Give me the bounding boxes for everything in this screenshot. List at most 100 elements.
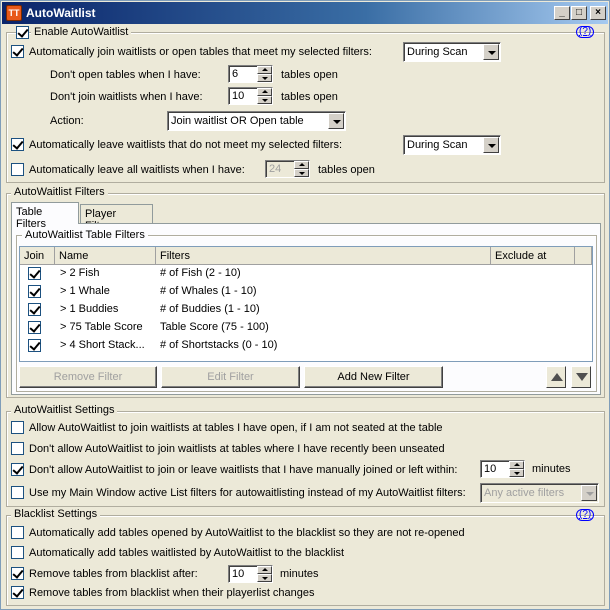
dont-manual-value: 10 [484,463,497,475]
column-header-join[interactable]: Join [20,247,55,265]
move-down-icon[interactable] [571,366,591,388]
row-filters: Table Score (75 - 100) [160,321,269,333]
spin-down-icon[interactable] [509,469,524,477]
use-main-checkbox[interactable] [11,486,24,499]
table-row[interactable]: > 1 Buddies # of Buddies (1 - 10) [20,301,592,319]
chevron-down-icon[interactable] [483,137,499,153]
filters-table: Join Name Filters Exclude at > 2 Fish # … [19,246,593,362]
row-join-checkbox[interactable] [28,267,41,280]
leave-all-label: Automatically leave all waitlists when I… [29,164,245,176]
remove-after-stepper[interactable]: 10 [228,565,273,583]
leave-all-checkbox[interactable] [11,163,24,176]
table-filters-group-title: AutoWaitlist Table Filters [22,229,148,241]
filters-group-title: AutoWaitlist Filters [11,186,108,198]
autowaitlist-window: TT AutoWaitlist _ □ × Enable AutoWaitlis… [0,0,610,610]
row-filters: # of Fish (2 - 10) [160,267,241,279]
row-name: > 1 Whale [60,285,110,297]
blacklist-help-link[interactable]: (?) [576,509,595,521]
dont-open-label: Don't open tables when I have: [50,69,201,81]
row-join-checkbox[interactable] [28,285,41,298]
auto-add-opened-checkbox[interactable] [11,526,24,539]
row-name: > 1 Buddies [60,303,119,315]
minimize-button[interactable]: _ [554,6,570,20]
dont-join-stepper[interactable]: 10 [228,87,273,105]
close-button[interactable]: × [590,6,606,20]
row-name: > 75 Table Score [60,321,143,333]
auto-add-opened-label: Automatically add tables opened by AutoW… [29,527,465,539]
auto-add-waitlisted-checkbox[interactable] [11,546,24,559]
remove-playerlist-label: Remove tables from blacklist when their … [29,587,315,599]
add-new-filter-button[interactable]: Add New Filter [304,366,443,388]
use-main-select-value: Any active filters [484,487,565,499]
row-join-checkbox[interactable] [28,321,41,334]
chevron-down-icon[interactable] [581,485,597,501]
allow-open-label: Allow AutoWaitlist to join waitlists at … [29,422,443,434]
dont-unseated-label: Don't allow AutoWaitlist to join waitlis… [29,443,445,455]
row-name: > 2 Fish [60,267,100,279]
tab-player-filters[interactable]: Player Filters [80,204,153,232]
move-up-icon[interactable] [546,366,566,388]
remove-after-value: 10 [232,568,245,580]
table-row[interactable]: > 75 Table Score Table Score (75 - 100) [20,319,592,337]
auto-join-when-value: During Scan [407,46,468,58]
table-row[interactable]: > 2 Fish # of Fish (2 - 10) [20,265,592,283]
window-title: AutoWaitlist [26,6,96,20]
title-bar[interactable]: TT AutoWaitlist _ □ × [2,2,608,24]
spin-up-icon[interactable] [257,566,272,574]
row-filters: # of Buddies (1 - 10) [160,303,260,315]
remove-after-checkbox[interactable] [11,567,24,580]
dont-join-label: Don't join waitlists when I have: [50,91,203,103]
remove-filter-button[interactable]: Remove Filter [19,366,157,388]
spin-down-icon[interactable] [257,96,272,104]
dont-open-suffix: tables open [281,69,338,81]
auto-add-waitlisted-label: Automatically add tables waitlisted by A… [29,547,345,559]
dont-open-stepper[interactable]: 6 [228,65,273,83]
dont-manual-label: Don't allow AutoWaitlist to join or leav… [29,464,458,476]
remove-after-label: Remove tables from blacklist after: [29,568,198,580]
row-join-checkbox[interactable] [28,339,41,352]
app-icon: TT [6,5,22,21]
spin-up-icon[interactable] [294,161,309,169]
leave-all-stepper[interactable]: 24 [265,160,310,178]
action-value: Join waitlist OR Open table [171,115,304,127]
auto-join-checkbox[interactable] [11,45,24,58]
action-select[interactable]: Join waitlist OR Open table [167,111,346,131]
column-header-exclude[interactable]: Exclude at [491,247,575,265]
spin-up-icon[interactable] [509,461,524,469]
auto-leave-when-select[interactable]: During Scan [403,135,501,155]
allow-open-checkbox[interactable] [11,421,24,434]
help-link[interactable]: (?) [576,26,595,38]
auto-join-when-select[interactable]: During Scan [403,42,501,62]
table-row[interactable]: > 4 Short Stack... # of Shortstacks (0 -… [20,337,592,355]
edit-filter-button[interactable]: Edit Filter [161,366,300,388]
tab-table-filters[interactable]: Table Filters [11,202,79,230]
enable-autowaitlist-label: Enable AutoWaitlist [31,26,132,38]
column-header-filters[interactable]: Filters [156,247,491,265]
use-main-select[interactable]: Any active filters [480,483,599,503]
chevron-down-icon[interactable] [483,44,499,60]
enable-autowaitlist-checkbox[interactable] [16,26,29,39]
table-row[interactable]: > 1 Whale # of Whales (1 - 10) [20,283,592,301]
remove-after-suffix: minutes [280,568,319,580]
remove-playerlist-checkbox[interactable] [11,586,24,599]
column-header-name[interactable]: Name [55,247,156,265]
row-name: > 4 Short Stack... [60,339,145,351]
dont-manual-stepper[interactable]: 10 [480,460,525,478]
auto-leave-checkbox[interactable] [11,138,24,151]
dont-manual-checkbox[interactable] [11,463,24,476]
dont-join-suffix: tables open [281,91,338,103]
spin-down-icon[interactable] [257,574,272,582]
auto-leave-when-value: During Scan [407,139,468,151]
blacklist-group-title: Blacklist Settings [11,508,101,520]
maximize-button[interactable]: □ [571,6,587,20]
chevron-down-icon[interactable] [328,113,344,129]
spin-up-icon[interactable] [257,88,272,96]
row-filters: # of Shortstacks (0 - 10) [160,339,278,351]
settings-group-title: AutoWaitlist Settings [11,404,118,416]
spin-up-icon[interactable] [257,66,272,74]
spin-down-icon[interactable] [257,74,272,82]
row-join-checkbox[interactable] [28,303,41,316]
spin-down-icon[interactable] [294,169,309,177]
dont-unseated-checkbox[interactable] [11,442,24,455]
dont-join-value: 10 [232,90,245,102]
